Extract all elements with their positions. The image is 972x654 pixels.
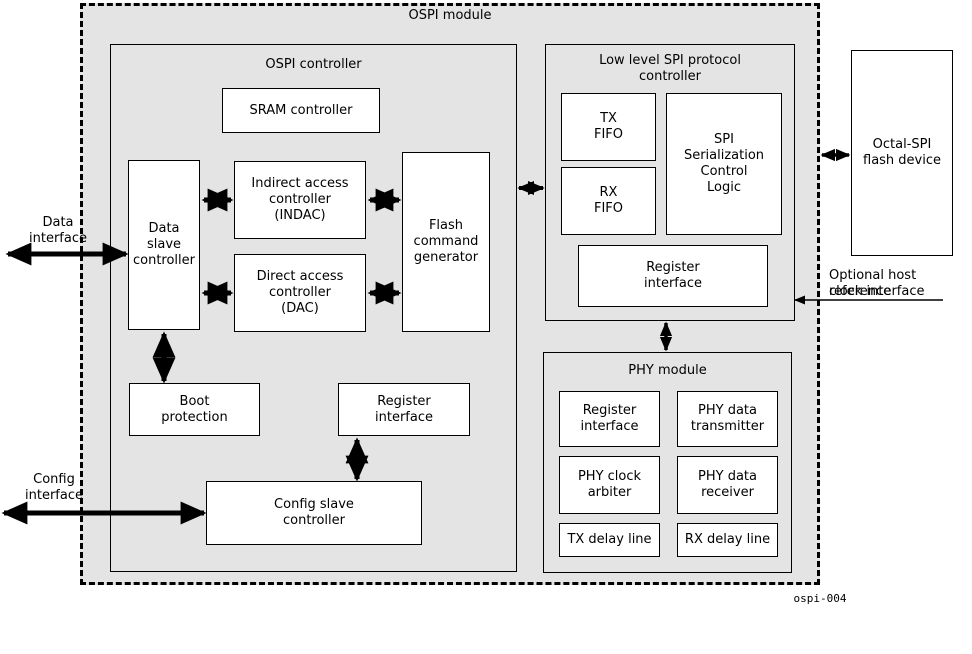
block-data-slave-controller-label-line1: Data xyxy=(148,221,180,236)
block-tx-delay-line[interactable]: TX delay line xyxy=(559,523,660,557)
block-boot-protection-label-line2: protection xyxy=(161,409,228,425)
low-level-spi-title-line1: Low level SPI protocol xyxy=(599,53,741,68)
block-data-slave-controller-label-line3: controller xyxy=(132,253,196,268)
block-rx-fifo-label-line1: RX xyxy=(599,185,618,200)
block-ospi-register-interface-label-line2: interface xyxy=(375,409,433,425)
block-tx-fifo[interactable]: TX FIFO xyxy=(561,93,656,161)
block-direct-access-controller-label-line1: Direct access xyxy=(256,269,344,284)
block-indirect-access-controller[interactable]: Indirect access controller (INDAC) xyxy=(234,161,366,239)
block-spi-serialization-label-line3: Control xyxy=(700,164,748,179)
block-flash-command-generator-label-line1: Flash xyxy=(428,218,464,233)
block-phy-clock-arbiter-label-line1: PHY clock xyxy=(577,469,642,484)
block-boot-protection-label-line1: Boot xyxy=(179,393,210,409)
block-octal-spi-flash-device-label-line2: flash device xyxy=(863,153,941,168)
block-phy-data-transmitter-label-line1: PHY data xyxy=(698,403,757,418)
block-phy-data-receiver[interactable]: PHY data receiver xyxy=(677,456,778,514)
block-flash-command-generator[interactable]: Flash command generator xyxy=(402,152,490,332)
block-indirect-access-controller-label-line2: controller xyxy=(268,192,332,207)
block-phy-register-interface[interactable]: Register interface xyxy=(559,391,660,447)
block-phy-data-transmitter[interactable]: PHY data transmitter xyxy=(677,391,778,447)
block-phy-data-transmitter-label-line2: transmitter xyxy=(690,419,765,434)
block-data-slave-controller-label-line2: slave xyxy=(146,237,182,252)
data-interface-label-line2: interface xyxy=(29,231,87,246)
block-direct-access-controller-label-line3: (DAC) xyxy=(281,301,319,316)
clock-interface-label-line2: clock interface xyxy=(829,284,925,299)
low-level-spi-title-line2: controller xyxy=(638,69,702,84)
block-rx-delay-line-label: RX delay line xyxy=(684,532,771,547)
config-interface-label-line1: Config xyxy=(33,472,75,487)
block-flash-command-generator-label-line2: command xyxy=(413,234,479,249)
block-phy-clock-arbiter[interactable]: PHY clock arbiter xyxy=(559,456,660,514)
block-indirect-access-controller-label-line1: Indirect access xyxy=(251,176,349,191)
figure-tag: ospi-004 xyxy=(793,592,847,605)
block-boot-protection[interactable]: Boot protection xyxy=(129,383,260,436)
block-rx-fifo[interactable]: RX FIFO xyxy=(561,167,656,235)
block-tx-delay-line-label: TX delay line xyxy=(567,532,652,547)
block-ospi-register-interface[interactable]: Register interface xyxy=(338,383,470,436)
block-phy-clock-arbiter-label-line2: arbiter xyxy=(587,485,632,500)
block-spi-serialization-label-line4: Logic xyxy=(707,180,741,195)
block-config-slave-controller-label-line2: controller xyxy=(282,513,346,528)
block-tx-fifo-label-line1: TX xyxy=(600,111,617,126)
phy-module-title: PHY module xyxy=(628,363,707,378)
block-phy-register-interface-label-line2: interface xyxy=(580,419,639,434)
block-flash-command-generator-label-line3: generator xyxy=(413,250,479,265)
block-spi-register-interface-label-line1: Register xyxy=(646,260,700,275)
block-indirect-access-controller-label-line3: (INDAC) xyxy=(274,208,326,223)
block-phy-register-interface-label-line1: Register xyxy=(582,403,637,418)
block-direct-access-controller[interactable]: Direct access controller (DAC) xyxy=(234,254,366,332)
block-spi-serialization-label-line1: SPI xyxy=(714,132,734,147)
block-spi-register-interface[interactable]: Register interface xyxy=(578,245,768,307)
config-interface-label-line2: interface xyxy=(25,488,83,503)
block-config-slave-controller-label-line1: Config slave xyxy=(274,497,354,512)
ospi-module-title: OSPI module xyxy=(408,8,492,23)
ospi-controller-title: OSPI controller xyxy=(265,57,362,72)
block-ospi-register-interface-label-line1: Register xyxy=(377,393,431,409)
block-octal-spi-flash-device-label-line1: Octal-SPI xyxy=(872,137,932,152)
data-interface-label-line1: Data xyxy=(42,215,74,230)
block-spi-register-interface-label-line2: interface xyxy=(644,276,702,291)
block-sram-controller[interactable]: SRAM controller xyxy=(222,88,380,133)
block-rx-fifo-label-line2: FIFO xyxy=(593,201,624,216)
block-phy-data-receiver-label-line1: PHY data xyxy=(698,469,757,484)
block-data-slave-controller[interactable]: Data slave controller xyxy=(128,160,200,330)
block-tx-fifo-label-line2: FIFO xyxy=(593,127,624,142)
block-octal-spi-flash-device[interactable]: Octal-SPI flash device xyxy=(851,50,953,256)
block-spi-serialization-control-logic[interactable]: SPI Serialization Control Logic xyxy=(666,93,782,235)
block-sram-controller-label: SRAM controller xyxy=(249,102,353,118)
block-direct-access-controller-label-line2: controller xyxy=(268,285,332,300)
diagram-canvas: OSPI module OSPI controller SRAM control… xyxy=(0,0,972,654)
block-rx-delay-line[interactable]: RX delay line xyxy=(677,523,778,557)
block-phy-data-receiver-label-line2: receiver xyxy=(701,485,754,500)
block-config-slave-controller[interactable]: Config slave controller xyxy=(206,481,422,545)
block-spi-serialization-label-line2: Serialization xyxy=(683,148,765,163)
